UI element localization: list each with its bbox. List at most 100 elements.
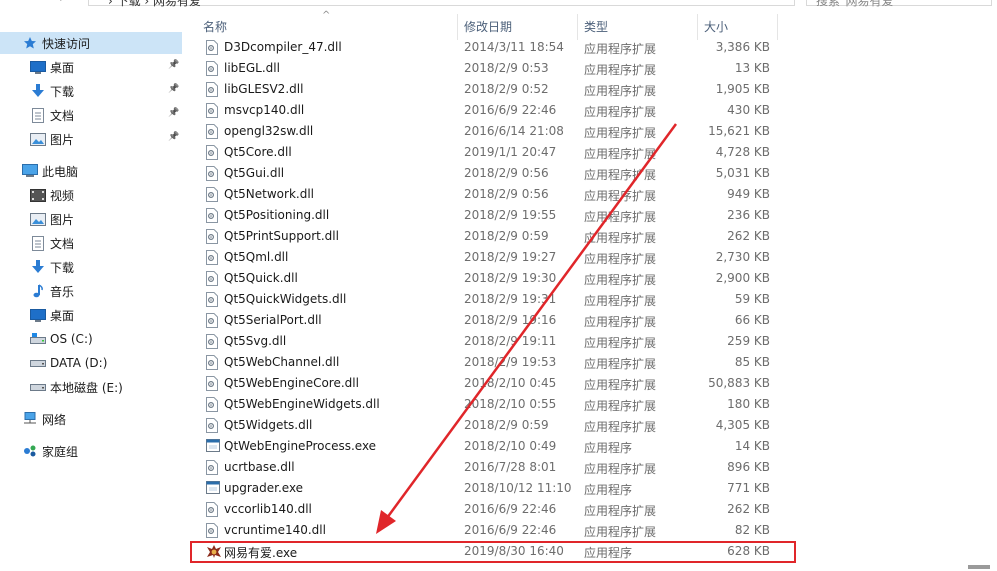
file-row[interactable]: Qt5Svg.dll 2018/2/9 19:11 应用程序扩展 259 KB	[196, 331, 776, 352]
file-row[interactable]: Qt5WebEngineCore.dll 2018/2/10 0:45 应用程序扩展…	[196, 373, 776, 394]
pin-icon[interactable]: 📌	[168, 132, 179, 142]
nav-item[interactable]: 视频	[0, 184, 182, 206]
file-size: 2,730 KB	[715, 250, 770, 264]
file-row[interactable]: Qt5SerialPort.dll 2018/2/9 19:16 应用程序扩展 66 …	[196, 310, 776, 331]
nav-item[interactable]: OS (C:)	[0, 328, 182, 350]
file-name: Qt5SerialPort.dll	[224, 313, 322, 327]
dll-file-icon	[206, 523, 218, 538]
column-header-name[interactable]: 名称	[203, 18, 227, 35]
file-row[interactable]: Qt5Qml.dll 2018/2/9 19:27 应用程序扩展 2,730 KB	[196, 247, 776, 268]
breadcrumb[interactable]: › 下载 › 网易有爱	[108, 0, 201, 9]
dll-file-icon	[206, 292, 218, 307]
file-type: 应用程序扩展	[584, 336, 657, 350]
file-size: 15,621 KB	[708, 124, 770, 138]
file-row[interactable]: libEGL.dll 2018/2/9 0:53 应用程序扩展 13 KB	[196, 58, 776, 79]
file-size: 430 KB	[727, 103, 770, 117]
file-row[interactable]: Qt5QuickWidgets.dll 2018/2/9 19:31 应用程序扩展 5…	[196, 289, 776, 310]
column-header-size[interactable]: 大小	[704, 18, 728, 35]
nav-item[interactable]: 网络	[0, 408, 182, 430]
file-row[interactable]: Qt5WebEngineWidgets.dll 2018/2/10 0:55 应用程…	[196, 394, 776, 415]
nav-item[interactable]: 桌面 📌	[0, 56, 182, 78]
file-row[interactable]: Qt5Quick.dll 2018/2/9 19:30 应用程序扩展 2,900 KB	[196, 268, 776, 289]
file-modified-date: 2018/2/9 0:53	[464, 61, 549, 75]
file-name: ucrtbase.dll	[224, 460, 295, 474]
nav-item[interactable]: 图片 📌	[0, 128, 182, 150]
file-row[interactable]: Qt5PrintSupport.dll 2018/2/9 0:59 应用程序扩展 26…	[196, 226, 776, 247]
file-modified-date: 2016/6/9 22:46	[464, 502, 557, 516]
nav-item[interactable]: 下载	[0, 256, 182, 278]
dll-file-icon	[206, 313, 218, 328]
file-modified-date: 2014/3/11 18:54	[464, 40, 564, 54]
dll-file-icon	[206, 124, 218, 139]
file-row[interactable]: ucrtbase.dll 2016/7/28 8:01 应用程序扩展 896 KB	[196, 457, 776, 478]
nav-item[interactable]: 本地磁盘 (E:)	[0, 376, 182, 398]
file-row[interactable]: QtWebEngineProcess.exe 2018/2/10 0:49 应用程序…	[196, 436, 776, 457]
file-modified-date: 2018/2/9 0:59	[464, 229, 549, 243]
file-modified-date: 2019/1/1 20:47	[464, 145, 557, 159]
file-type: 应用程序扩展	[584, 63, 657, 77]
file-row[interactable]: Qt5WebChannel.dll 2018/2/9 19:53 应用程序扩展 85 …	[196, 352, 776, 373]
file-row[interactable]: opengl32sw.dll 2016/6/14 21:08 应用程序扩展 15,62…	[196, 121, 776, 142]
scrollbar-thumb[interactable]	[968, 565, 990, 569]
nav-item[interactable]: 下载 📌	[0, 80, 182, 102]
nav-item[interactable]: 快速访问	[0, 32, 182, 54]
file-row[interactable]: msvcp140.dll 2016/6/9 22:46 应用程序扩展 430 KB	[196, 100, 776, 121]
file-size: 262 KB	[727, 229, 770, 243]
file-type: 应用程序扩展	[584, 252, 657, 266]
pin-icon[interactable]: 📌	[168, 60, 179, 70]
nav-item[interactable]: 文档 📌	[0, 104, 182, 126]
nav-item-label: 本地磁盘 (E:)	[50, 380, 123, 395]
column-divider[interactable]	[777, 14, 778, 40]
column-header-date[interactable]: 修改日期	[464, 18, 512, 35]
nav-item[interactable]: 家庭组	[0, 440, 182, 462]
dll-file-icon	[206, 502, 218, 517]
nav-item-label: 图片	[50, 212, 75, 227]
file-name: Qt5Positioning.dll	[224, 208, 330, 222]
nav-item[interactable]: DATA (D:)	[0, 352, 182, 374]
file-size: 180 KB	[727, 397, 770, 411]
pin-icon[interactable]: 📌	[168, 84, 179, 94]
computer-icon	[22, 164, 38, 178]
file-size: 259 KB	[727, 334, 770, 348]
file-row[interactable]: vcruntime140.dll 2016/6/9 22:46 应用程序扩展 82 K…	[196, 520, 776, 541]
file-name: Qt5QuickWidgets.dll	[224, 292, 347, 306]
file-row[interactable]: Qt5Positioning.dll 2018/2/9 19:55 应用程序扩展 23…	[196, 205, 776, 226]
file-row[interactable]: vccorlib140.dll 2016/6/9 22:46 应用程序扩展 262 K…	[196, 499, 776, 520]
file-row[interactable]: libGLESV2.dll 2018/2/9 0:52 应用程序扩展 1,905 KB	[196, 79, 776, 100]
file-size: 236 KB	[727, 208, 770, 222]
file-row[interactable]: Qt5Widgets.dll 2018/2/9 0:59 应用程序扩展 4,305 K…	[196, 415, 776, 436]
file-row[interactable]: Qt5Core.dll 2019/1/1 20:47 应用程序扩展 4,728 KB	[196, 142, 776, 163]
nav-item-label: OS (C:)	[50, 332, 93, 346]
file-modified-date: 2018/2/9 19:30	[464, 271, 557, 285]
drive-icon	[30, 380, 46, 394]
file-row[interactable]: upgrader.exe 2018/10/12 11:10 应用程序 771 KB	[196, 478, 776, 499]
column-header-type[interactable]: 类型	[584, 18, 608, 35]
nav-item[interactable]: 图片	[0, 208, 182, 230]
dll-file-icon	[206, 418, 218, 433]
refresh-icon[interactable]: ↻	[776, 0, 784, 3]
file-type: 应用程序扩展	[584, 525, 657, 539]
file-modified-date: 2018/2/10 0:55	[464, 397, 557, 411]
file-modified-date: 2018/2/10 0:45	[464, 376, 557, 390]
nav-item[interactable]: 桌面	[0, 304, 182, 326]
file-name: Qt5Quick.dll	[224, 271, 298, 285]
dll-file-icon	[206, 40, 218, 55]
back-arrow-icon[interactable]: ←	[58, 0, 68, 5]
nav-item[interactable]: 文档	[0, 232, 182, 254]
file-type: 应用程序扩展	[584, 462, 657, 476]
file-row[interactable]: Qt5Gui.dll 2018/2/9 0:56 应用程序扩展 5,031 KB	[196, 163, 776, 184]
nav-item[interactable]: 音乐	[0, 280, 182, 302]
file-row[interactable]: D3Dcompiler_47.dll 2014/3/11 18:54 应用程序扩展 3…	[196, 37, 776, 58]
file-type: 应用程序扩展	[584, 357, 657, 371]
file-size: 262 KB	[727, 502, 770, 516]
pin-icon[interactable]: 📌	[168, 108, 179, 118]
file-name: QtWebEngineProcess.exe	[224, 439, 377, 453]
file-type: 应用程序扩展	[584, 168, 657, 182]
picture-icon	[30, 132, 46, 146]
download-icon	[30, 84, 46, 98]
file-size: 85 KB	[734, 355, 770, 369]
nav-item-label: 桌面	[50, 60, 75, 75]
file-row[interactable]: Qt5Network.dll 2018/2/9 0:56 应用程序扩展 949 KB	[196, 184, 776, 205]
nav-item[interactable]: 此电脑	[0, 160, 182, 182]
file-type: 应用程序	[584, 483, 633, 497]
